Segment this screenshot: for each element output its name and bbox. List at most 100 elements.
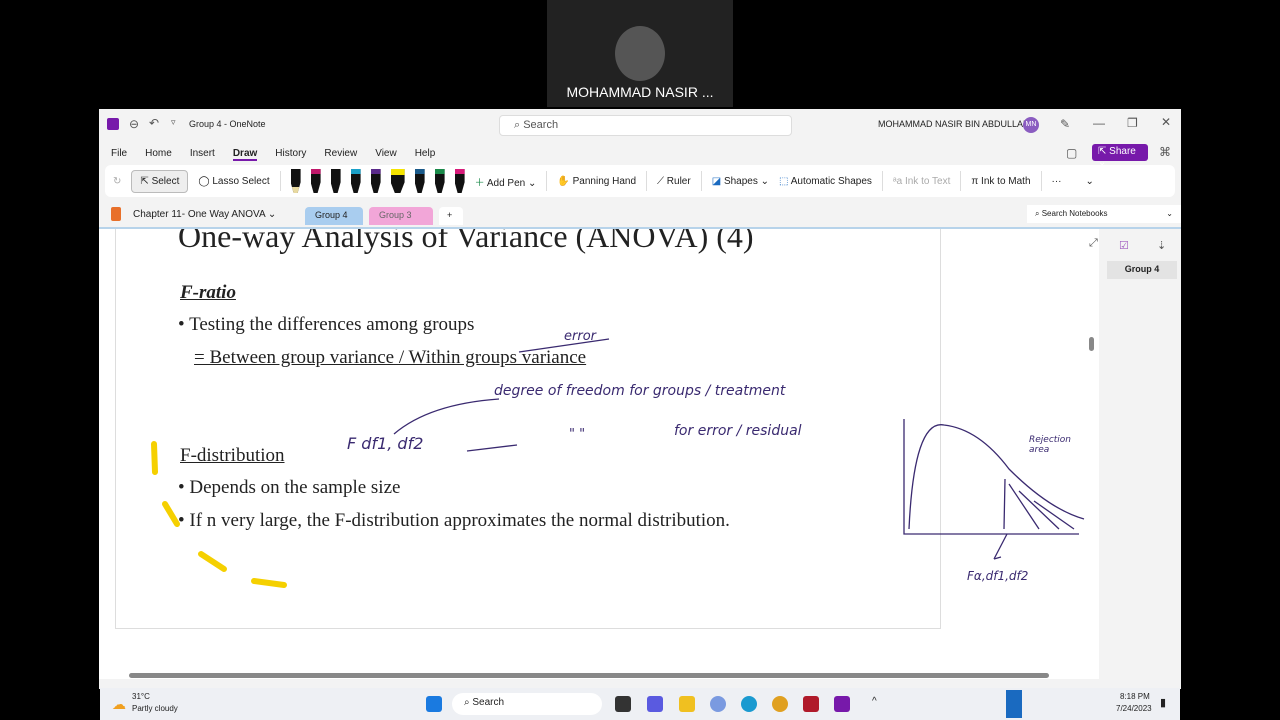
onenote-taskbar-icon[interactable] [834,696,850,712]
divider [279,171,281,191]
lasso-label: Lasso Select [212,175,270,187]
more-options-button[interactable]: ··· [1052,176,1062,187]
close-button[interactable]: ✕ [1161,115,1171,129]
page-canvas[interactable]: One-way Analysis of Variance (ANOVA) (4)… [99,227,1099,679]
ink-arrow [993,533,1008,560]
highlight-stroke [198,551,227,572]
menu-insert[interactable]: Insert [190,148,215,159]
menu-help[interactable]: Help [415,148,436,159]
chrome-icon[interactable] [772,696,788,712]
undo-icon[interactable]: ↶ [149,116,159,130]
temperature: 31°C [132,692,150,701]
tab-group-4[interactable]: Group 4 [305,207,363,225]
taskbar-search-label: Search [472,697,505,708]
page-item-group-4[interactable]: Group 4 [1107,261,1177,279]
pen-3[interactable] [330,169,341,193]
taskbar: ☁ 31°C Partly cloudy ⌕ Search ^ 8:18 PM … [100,688,1180,720]
highlight-stroke [151,441,158,475]
section-dropdown[interactable]: Chapter 11- One Way ANOVA ⌄ [133,209,276,220]
title-bar: ⊖ ↶ ▿ Group 4 - OneNote ⌕ Search MOHAMMA… [99,109,1181,140]
clock-time[interactable]: 8:18 PM [1120,692,1150,701]
start-icon[interactable] [426,696,442,712]
avatar[interactable]: MN [1023,117,1039,133]
onenote-window: ⊖ ↶ ▿ Group 4 - OneNote ⌕ Search MOHAMMA… [99,109,1181,689]
search-notebooks[interactable]: ⌕ Search Notebooks ⌄ [1027,205,1181,223]
tray-overflow-icon[interactable]: ^ [872,696,877,707]
pen-2[interactable] [310,169,321,193]
menu-history[interactable]: History [275,148,306,159]
section-bar: Chapter 11- One Way ANOVA ⌄ Group 4 Grou… [99,203,1181,227]
pen-4[interactable] [350,169,361,193]
horizontal-scrollbar[interactable] [129,673,1049,678]
r-icon[interactable] [710,696,726,712]
edge-icon[interactable] [741,696,757,712]
pen-7[interactable] [434,169,445,193]
shapes-button[interactable]: ◪ Shapes ⌄ [712,176,769,187]
menu-view[interactable]: View [375,148,397,159]
pen-8[interactable] [454,169,465,193]
file-explorer-icon[interactable] [679,696,695,712]
teams-icon[interactable] [647,696,663,712]
divider [960,171,962,191]
lasso-select-button[interactable]: ◯ Lasso Select [198,176,269,187]
vertical-scrollbar[interactable] [1089,337,1094,351]
tab-group-3[interactable]: Group 3 [369,207,433,225]
pen-5[interactable] [370,169,381,193]
menu-home[interactable]: Home [145,148,172,159]
ruler-label: Ruler [666,175,691,187]
taskbar-search[interactable]: ⌕ Search [452,693,602,715]
app-icon[interactable] [803,696,819,712]
ink-stroke [466,444,518,452]
select-button[interactable]: ⇱ Select [131,169,189,193]
search-placeholder: Search [523,119,559,131]
participant-name: MOHAMMAD NASIR ... [566,84,714,100]
menu-bar: File Home Insert Draw History Review View Help [111,147,453,161]
onenote-logo-icon [107,118,119,130]
highlight-stroke [162,501,180,527]
task-view-icon[interactable] [615,696,631,712]
microphone-icon[interactable] [1006,690,1022,718]
user-name: MOHAMMAD NASIR BIN ABDULLAH [878,119,1030,129]
pen-1[interactable] [290,169,301,193]
distribution-axis [903,419,1079,535]
share-label: Share [1109,146,1136,157]
draw-ribbon: ↻ ⇱ Select ◯ Lasso Select ＋ Add Pen ⌄ ✋ … [105,165,1175,197]
quick-access-icon[interactable]: ▿ [171,117,176,128]
distribution-curve [908,424,1085,530]
expand-icon[interactable]: ⤢ [1089,237,1098,250]
clock-date[interactable]: 7/24/2023 [1116,704,1152,713]
highlighter[interactable] [390,169,405,193]
collapse-ribbon-icon[interactable]: ⌄ [1086,176,1094,187]
add-pen-button[interactable]: ＋ Add Pen ⌄ [475,174,537,189]
ink-to-text-button[interactable]: ᵃa Ink to Text [893,176,950,187]
panning-hand-button[interactable]: ✋ Panning Hand [557,176,636,187]
redo-icon[interactable]: ↻ [113,176,121,187]
notification-icon[interactable]: ▮ [1160,696,1166,709]
share-button[interactable]: ⇱ Share ⌄ [1092,144,1148,168]
pen-sync-icon[interactable]: ✎ [1060,117,1070,131]
minimize-button[interactable]: — [1093,116,1105,130]
ink-stroke [518,338,610,353]
restore-button[interactable]: ❐ [1127,116,1138,130]
divider [546,171,548,191]
rejection-hatching [1003,478,1075,530]
pen-6[interactable] [414,169,425,193]
menu-file[interactable]: File [111,148,127,159]
back-icon[interactable]: ⊖ [129,117,139,131]
weather-text: Partly cloudy [132,704,178,713]
window-title: Group 4 - OneNote [189,119,266,129]
comments-icon[interactable]: ⌘ [1159,145,1171,159]
auto-shapes-label: Automatic Shapes [790,175,872,187]
add-page-icon[interactable]: ☑ [1119,239,1129,252]
ruler-button[interactable]: ⟋ Ruler [657,176,691,187]
ink-to-math-button[interactable]: π Ink to Math [971,176,1030,187]
menu-review[interactable]: Review [324,148,357,159]
automatic-shapes-button[interactable]: ⬚ Automatic Shapes [779,176,872,187]
search-box[interactable]: ⌕ Search [499,115,792,136]
divider [881,171,883,191]
menu-draw[interactable]: Draw [232,148,258,161]
sort-icon[interactable]: ⇣ [1157,239,1166,252]
divider [1040,171,1042,191]
sticky-note-icon[interactable]: ▢ [1066,146,1077,160]
add-section-button[interactable]: + [439,207,463,225]
